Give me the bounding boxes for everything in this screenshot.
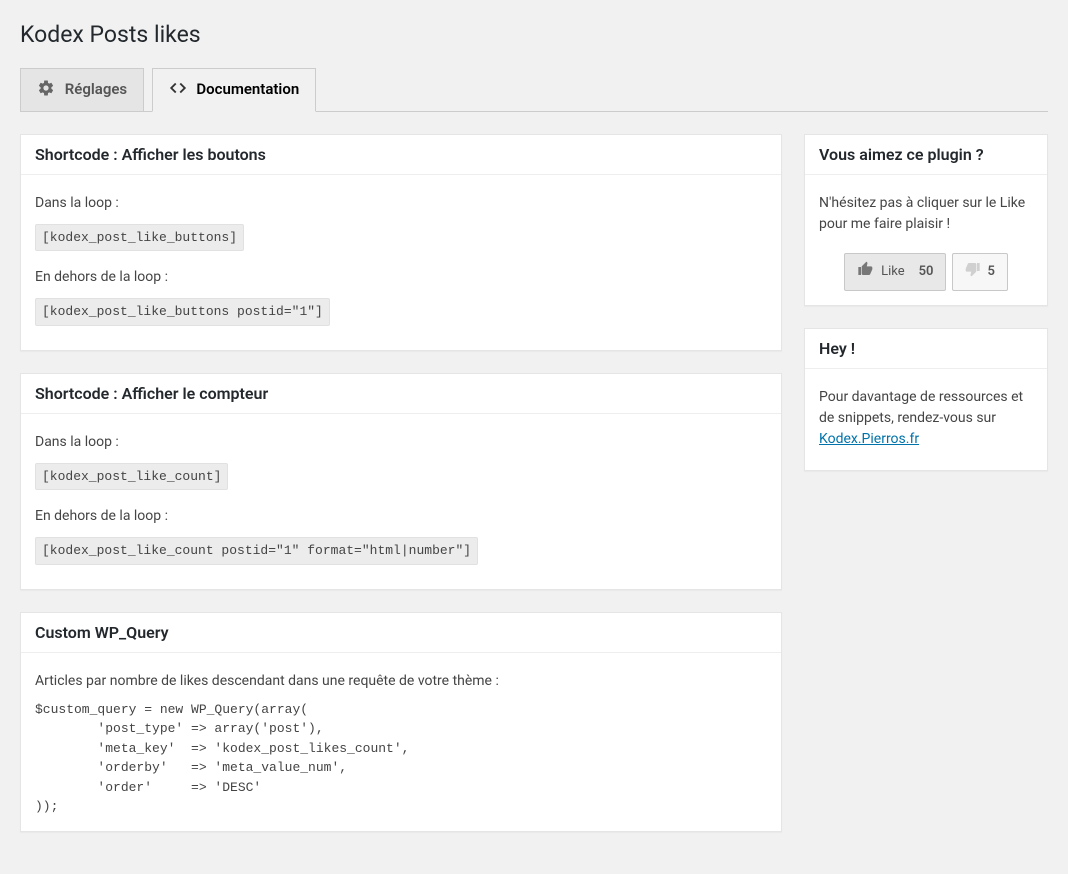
gear-icon (37, 79, 55, 101)
tab-documentation[interactable]: Documentation (152, 68, 317, 112)
section-heading: Shortcode : Afficher les boutons (21, 135, 781, 175)
section-shortcode-counter: Shortcode : Afficher le compteur Dans la… (20, 373, 782, 590)
page-title: Kodex Posts likes (20, 20, 1048, 50)
sidebar-hey-text: Pour davantage de ressources et de snipp… (819, 389, 1023, 426)
section-wpquery: Custom WP_Query Articles par nombre de l… (20, 612, 782, 832)
code-icon (169, 79, 187, 101)
section-heading: Custom WP_Query (21, 613, 781, 653)
sidebar-hey: Hey ! Pour davantage de ressources et de… (804, 328, 1048, 471)
dislike-button[interactable]: 5 (952, 253, 1007, 292)
tab-documentation-label: Documentation (196, 80, 299, 98)
thumbs-up-icon (857, 261, 873, 284)
in-loop-label: Dans la loop : (35, 432, 767, 453)
tab-settings[interactable]: Réglages (20, 68, 144, 112)
shortcode-code: [kodex_post_like_count] (35, 463, 228, 491)
shortcode-code: [kodex_post_like_buttons] (35, 224, 244, 252)
wpquery-desc: Articles par nombre de likes descendant … (35, 671, 767, 692)
kodex-link[interactable]: Kodex.Pierros.fr (819, 431, 919, 447)
sidebar-heading: Vous aimez ce plugin ? (805, 135, 1047, 175)
section-heading: Shortcode : Afficher le compteur (21, 374, 781, 414)
like-count: 50 (919, 262, 934, 282)
like-button[interactable]: Like 50 (844, 253, 946, 292)
sidebar-like-text: N'hésitez pas à cliquer sur le Like pour… (819, 193, 1033, 235)
shortcode-code: [kodex_post_like_count postid="1" format… (35, 537, 478, 565)
sidebar-heading: Hey ! (805, 329, 1047, 369)
section-shortcode-buttons: Shortcode : Afficher les boutons Dans la… (20, 134, 782, 351)
like-label: Like (881, 262, 905, 282)
out-loop-label: En dehors de la loop : (35, 506, 767, 527)
dislike-count: 5 (987, 262, 994, 282)
wpquery-code: $custom_query = new WP_Query(array( 'pos… (35, 700, 767, 817)
in-loop-label: Dans la loop : (35, 193, 767, 214)
sidebar-like-plugin: Vous aimez ce plugin ? N'hésitez pas à c… (804, 134, 1048, 307)
tab-settings-label: Réglages (65, 80, 127, 98)
shortcode-code: [kodex_post_like_buttons postid="1"] (35, 298, 330, 326)
thumbs-down-icon (965, 261, 981, 284)
out-loop-label: En dehors de la loop : (35, 267, 767, 288)
tab-navigation: Réglages Documentation (20, 68, 1048, 112)
